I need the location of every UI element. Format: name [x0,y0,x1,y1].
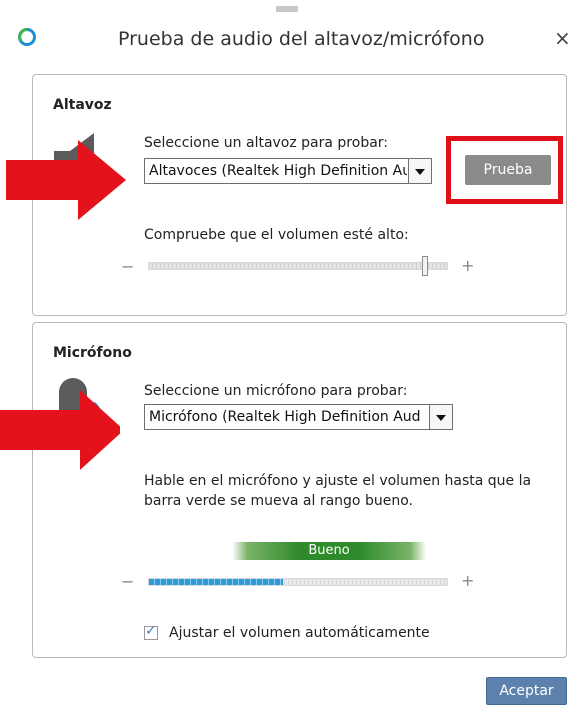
red-arrow-icon [6,140,126,220]
accept-button[interactable]: Aceptar [486,677,567,705]
microphone-instructions: Hable en el micrófono y ajuste el volume… [144,473,532,509]
app-logo-icon [18,28,36,46]
checkmark-icon: ✓ [145,623,157,639]
speaker-volume-prompt: Compruebe que el volumen esté alto: [144,227,409,243]
speaker-volume-slider[interactable] [148,256,448,276]
chevron-down-icon[interactable] [408,159,431,183]
speaker-volume-thumb[interactable] [422,256,428,276]
auto-adjust-label[interactable]: Ajustar el volumen automáticamente [169,625,430,641]
speaker-select-value: Altavoces (Realtek High Definition Aud [149,163,407,179]
window-drag-handle[interactable] [276,6,298,12]
speaker-select[interactable]: Altavoces (Realtek High Definition Aud [144,158,432,184]
volume-plus-icon: + [461,256,475,275]
microphone-level-meter[interactable] [148,578,448,586]
microphone-section-title: Micrófono [53,345,132,361]
good-range-bar: Bueno [232,542,426,560]
volume-minus-icon: − [121,257,135,276]
window-title: Prueba de audio del altavoz/micrófono [118,28,485,50]
microphone-panel: Micrófono Seleccione un micrófono para p… [32,322,567,658]
title-bar: Prueba de audio del altavoz/micrófono × [0,18,571,64]
microphone-level-fill [149,579,283,585]
mic-minus-icon: − [121,572,135,591]
red-arrow-icon [0,390,120,470]
auto-adjust-checkbox[interactable]: ✓ [144,623,158,640]
microphone-select-prompt: Seleccione un micrófono para probar: [144,383,408,399]
speaker-section-title: Altavoz [53,97,112,113]
close-button[interactable]: × [554,26,571,50]
microphone-select-value: Micrófono (Realtek High Definition Aud [149,409,421,425]
microphone-select[interactable]: Micrófono (Realtek High Definition Aud [144,404,453,430]
mic-plus-icon: + [461,571,475,590]
chevron-down-icon[interactable] [429,405,452,429]
highlight-box [446,136,563,204]
speaker-select-prompt: Seleccione un altavoz para probar: [144,135,389,151]
